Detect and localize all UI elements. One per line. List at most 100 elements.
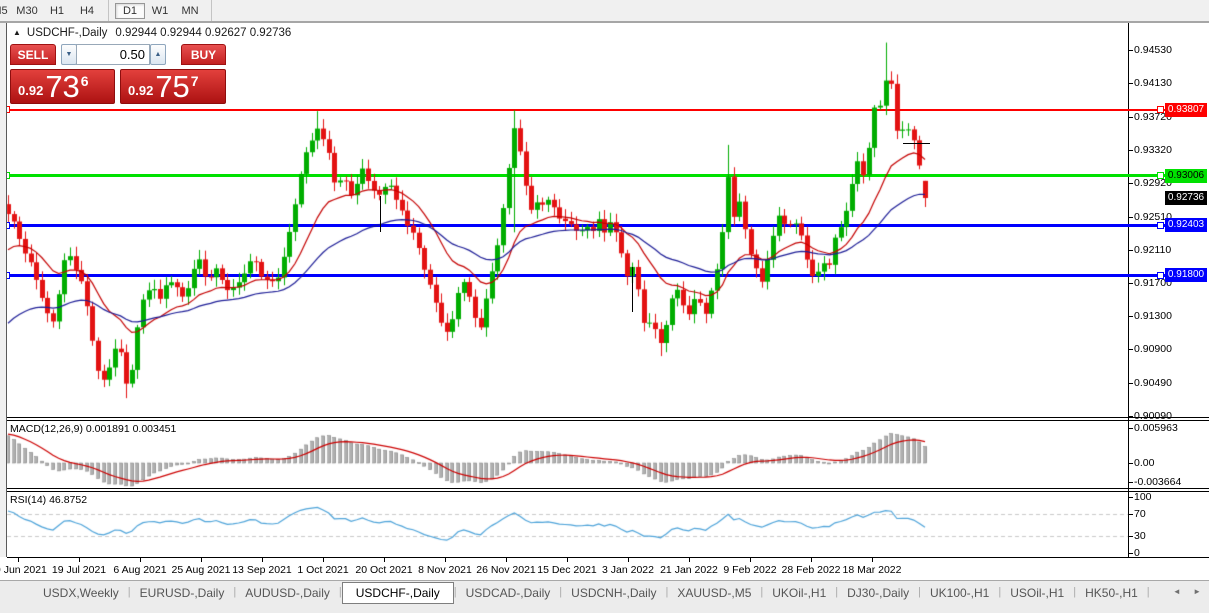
one-click-trade-panel: SELL ▼ ▲ BUY 0.92 73 6 0.92 75 7 [10,44,226,104]
period-button-d1[interactable]: D1 [115,3,145,19]
date-tick-mark [689,558,690,562]
date-tick-mark [323,558,324,562]
period-button-m5[interactable]: M5 [0,3,12,19]
price-tick-label: 0.90490 [1134,377,1172,389]
price-tick-label: 0.90090 [1134,410,1172,422]
tab-hk50-h1[interactable]: HK50-,H1 [1076,583,1147,603]
ohlc-values: 0.92944 0.92944 0.92627 0.92736 [115,27,291,39]
date-tick-mark [201,558,202,562]
price-tick-mark [1128,416,1133,417]
date-tick-mark [262,558,263,562]
price-tick-label: 0.94130 [1134,77,1172,89]
sell-price-big: 73 [45,72,79,101]
price-tick-label: 0.92110 [1134,244,1171,256]
price-tick-mark [1128,183,1133,184]
macd-indicator-label: MACD(12,26,9) 0.001891 0.003451 [10,423,176,435]
price-tick-mark [1128,283,1133,284]
date-tick-label: 9 Feb 2022 [723,564,776,576]
tab-uk100-h1[interactable]: UK100-,H1 [921,583,998,603]
period-button-h1[interactable]: H1 [42,3,72,19]
trendline-object[interactable] [903,143,930,144]
hline-handle[interactable] [1157,172,1164,179]
date-tick-label: 1 Oct 2021 [297,564,348,576]
hline-handle[interactable] [1157,272,1164,279]
period-button-mn[interactable]: MN [175,3,205,19]
date-tick-label: 21 Jan 2022 [660,564,718,576]
tab-dj30-daily[interactable]: DJ30-,Daily [838,583,918,603]
macd-tick-label: -0.003664 [1134,476,1181,488]
tab-eurusd-daily[interactable]: EURUSD-,Daily [131,583,234,603]
date-tick-mark [384,558,385,562]
date-tick-label: 20 Oct 2021 [355,564,412,576]
lot-increase-button[interactable]: ▲ [150,44,166,65]
period-button-w1[interactable]: W1 [145,3,175,19]
toolbar-separator [211,0,212,21]
hline-handle[interactable] [1157,222,1164,229]
hline-price-badge: 0.92403 [1165,218,1207,232]
rsi-tick-label: 70 [1134,508,1146,520]
macd-tick-mark [1128,428,1133,429]
price-tick-label: 0.94530 [1134,44,1172,56]
macd-tick-label: 0.00 [1134,457,1154,469]
collapse-arrow-icon[interactable]: ▲ [13,28,21,37]
price-tick-mark [1128,50,1133,51]
hline-handle[interactable] [1157,106,1164,113]
date-tick-mark [567,558,568,562]
tab-ukoil-h1[interactable]: UKOil-,H1 [763,583,835,603]
date-tick-label: 25 Aug 2021 [172,564,231,576]
vertical-line-object[interactable] [632,267,633,312]
tab-xauusd-m5[interactable]: XAUUSD-,M5 [668,583,760,603]
date-tick-mark [872,558,873,562]
buy-button[interactable]: BUY [181,44,226,65]
period-toolbar: M5M30H1H4 D1W1MN [0,0,1209,23]
rsi-tick-mark [1128,536,1133,537]
hline-price-badge: 0.93807 [1165,103,1207,117]
date-tick-mark [750,558,751,562]
hline-price-badge: 0.91800 [1165,268,1207,282]
date-tick-mark [445,558,446,562]
tab-usdcnh-daily[interactable]: USDCNH-,Daily [562,583,665,603]
sell-price-pip: 6 [81,73,89,89]
price-tick-mark [1128,217,1133,218]
rsi-tick-mark [1128,553,1133,554]
buy-price-big: 75 [155,72,189,101]
sell-price-prefix: 0.92 [18,83,43,98]
date-tick-mark [18,558,19,562]
price-tick-mark [1128,316,1133,317]
tab-audusd-daily[interactable]: AUDUSD-,Daily [236,583,339,603]
tab-scroll-left-icon[interactable]: ◄ [1173,587,1181,596]
sell-button[interactable]: SELL [10,44,56,65]
period-button-h4[interactable]: H4 [72,3,102,19]
lot-decrease-button[interactable]: ▼ [61,44,77,65]
date-tick-mark [506,558,507,562]
vertical-line-object[interactable] [380,196,381,232]
macd-tick-mark [1128,482,1133,483]
tab-usoil-h1[interactable]: USOil-,H1 [1001,583,1073,603]
macd-tick-label: 0.005963 [1134,422,1178,434]
tab-scroll-right-icon[interactable]: ► [1193,587,1201,596]
date-tick-label: 19 Jul 2021 [52,564,106,576]
rsi-tick-mark [1128,514,1133,515]
tab-usdx-weekly[interactable]: USDX,Weekly [34,583,128,603]
tab-scroll-arrows: ◄ ► [1163,587,1201,596]
lot-size-input[interactable] [76,44,150,65]
symbol-period-label: USDCHF-,Daily [27,27,108,39]
macd-tick-mark [1128,463,1133,464]
rsi-tick-label: 30 [1134,530,1146,542]
rsi-indicator-label: RSI(14) 46.8752 [10,494,87,506]
rsi-tick-mark [1128,497,1133,498]
period-button-m30[interactable]: M30 [12,3,42,19]
date-tick-mark [811,558,812,562]
tab-usdchf-daily[interactable]: USDCHF-,Daily [342,582,454,604]
sell-price-display[interactable]: 0.92 73 6 [10,69,115,104]
price-tick-label: 0.93320 [1134,144,1172,156]
tab-usdcad-daily[interactable]: USDCAD-,Daily [457,583,560,603]
current-price-badge: 0.92736 [1165,191,1207,205]
price-tick-mark [1128,383,1133,384]
date-tick-label: 18 Mar 2022 [843,564,902,576]
buy-price-pip: 7 [191,73,199,89]
hline-price-badge: 0.93006 [1165,169,1207,183]
date-tick-mark [79,558,80,562]
buy-price-display[interactable]: 0.92 75 7 [120,69,226,104]
date-tick-label: 3 Jan 2022 [602,564,654,576]
